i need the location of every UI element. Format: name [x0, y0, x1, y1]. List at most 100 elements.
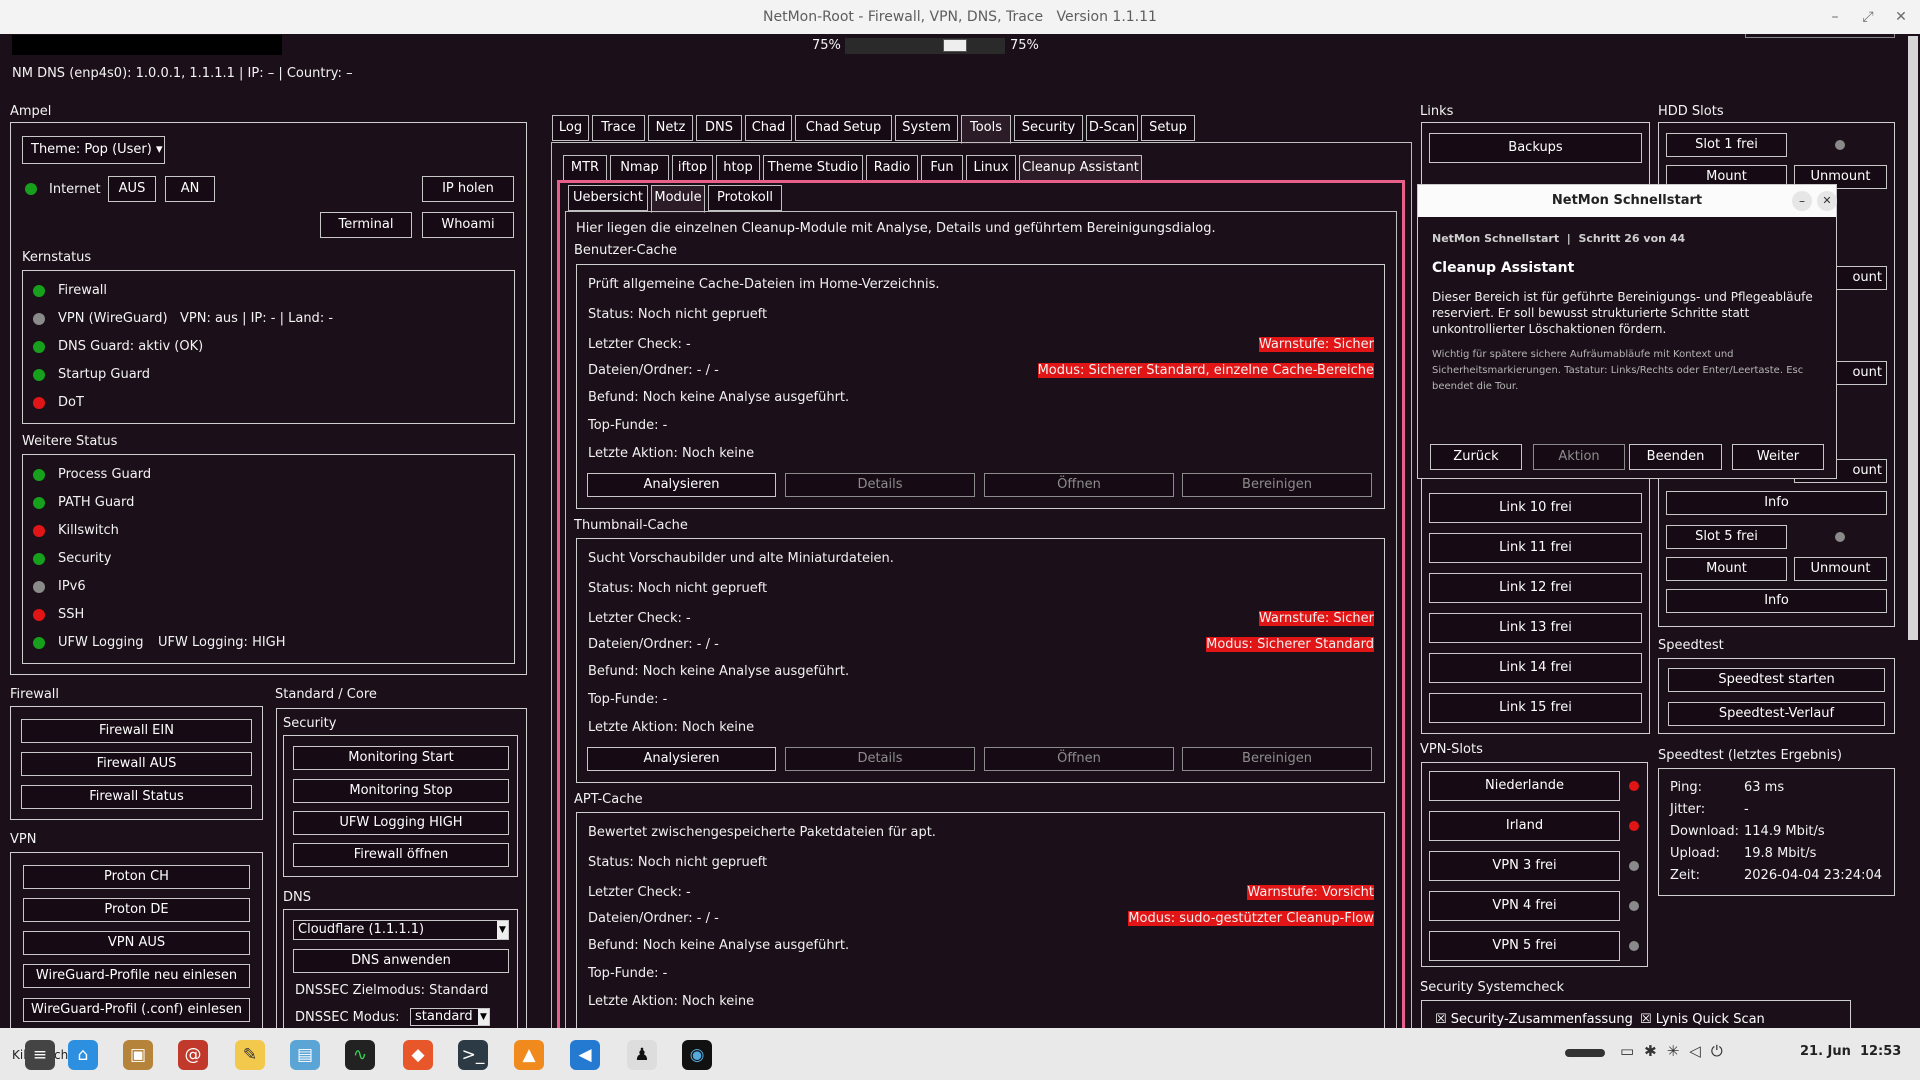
tray-icons[interactable]: ▭✱✳◁⏻: [1620, 1042, 1733, 1060]
details-button[interactable]: Details: [785, 747, 975, 771]
firewall-aus-button[interactable]: Firewall AUS: [21, 752, 252, 776]
dns-provider-select[interactable]: Cloudflare (1.1.1.1): [293, 920, 509, 940]
link-13-button[interactable]: Link 13 frei: [1429, 613, 1642, 643]
tab-nmap[interactable]: Nmap: [610, 155, 669, 181]
vscode-icon[interactable]: ◀: [570, 1040, 600, 1070]
system-monitor-icon[interactable]: ∿: [345, 1040, 375, 1070]
check-lynis-quick-scan[interactable]: ☒ Lynis Quick Scan: [1640, 1012, 1765, 1027]
maximize-icon[interactable]: ⤢: [1858, 7, 1878, 27]
firewall-oeffnen-button[interactable]: Firewall öffnen: [293, 843, 509, 867]
oeffnen-button[interactable]: Öffnen: [984, 747, 1174, 771]
link-10-button[interactable]: Link 10 frei: [1429, 493, 1642, 523]
hdd-slot-5[interactable]: Slot 5 frei: [1666, 525, 1787, 549]
tab-cleanup-assistant[interactable]: Cleanup Assistant: [1019, 155, 1142, 183]
bereinigen-button[interactable]: Bereinigen: [1182, 473, 1372, 497]
minimize-icon[interactable]: –: [1792, 191, 1812, 211]
tab-module[interactable]: Module: [651, 185, 705, 213]
taskbar-datetime[interactable]: 21. Jun 12:53: [1800, 1044, 1901, 1059]
tab-system[interactable]: System: [895, 115, 958, 141]
tab-d-scan[interactable]: D-Scan: [1086, 115, 1138, 141]
link-12-button[interactable]: Link 12 frei: [1429, 573, 1642, 603]
tab-htop[interactable]: htop: [716, 155, 760, 181]
proton-de-button[interactable]: Proton DE: [23, 898, 250, 922]
firewall-ein-button[interactable]: Firewall EIN: [21, 719, 252, 743]
tab-mtr[interactable]: MTR: [563, 155, 607, 181]
tab-trace[interactable]: Trace: [592, 115, 645, 141]
zoom-slider-handle[interactable]: [943, 39, 967, 52]
analysieren-button[interactable]: Analysieren: [587, 473, 776, 497]
monitoring-start-button[interactable]: Monitoring Start: [293, 746, 509, 770]
wireguard-reload-button[interactable]: WireGuard-Profile neu einlesen: [23, 964, 250, 988]
whoami-button[interactable]: Whoami: [422, 212, 514, 238]
hdd-info-button[interactable]: Info: [1666, 491, 1887, 515]
tab-uebersicht[interactable]: Uebersicht: [568, 185, 648, 211]
vpn-slot-3[interactable]: VPN 3 frei: [1429, 851, 1620, 881]
check-security-summary[interactable]: ☒ Security-Zusammenfassung: [1435, 1012, 1633, 1027]
debian-icon[interactable]: @: [178, 1040, 208, 1070]
hdd-info-button[interactable]: Info: [1666, 589, 1887, 613]
ufw-logging-high-button[interactable]: UFW Logging HIGH: [293, 811, 509, 835]
tab-chad[interactable]: Chad: [745, 115, 792, 141]
tab-netz[interactable]: Netz: [648, 115, 693, 141]
vpn-aus-button[interactable]: VPN AUS: [23, 931, 250, 955]
link-14-button[interactable]: Link 14 frei: [1429, 653, 1642, 683]
app-launcher-icon[interactable]: ≡: [25, 1040, 55, 1070]
tab-linux[interactable]: Linux: [966, 155, 1016, 181]
tab-tools[interactable]: Tools: [961, 115, 1011, 144]
wireguard-import-button[interactable]: WireGuard-Profil (.conf) einlesen: [23, 998, 250, 1022]
tab-chad-setup[interactable]: Chad Setup: [795, 115, 892, 141]
oeffnen-button[interactable]: Öffnen: [984, 473, 1174, 497]
terminal-button[interactable]: Terminal: [320, 212, 412, 238]
details-button[interactable]: Details: [785, 473, 975, 497]
monitoring-stop-button[interactable]: Monitoring Stop: [293, 779, 509, 803]
link-15-button[interactable]: Link 15 frei: [1429, 693, 1642, 723]
vpn-slot-5[interactable]: VPN 5 frei: [1429, 931, 1620, 961]
analysieren-button[interactable]: Analysieren: [587, 747, 776, 771]
netmon-icon[interactable]: ◉: [682, 1040, 712, 1070]
tab-fun[interactable]: Fun: [921, 155, 963, 181]
close-icon[interactable]: ✕: [1891, 7, 1911, 27]
vpn-slot-irland[interactable]: Irland: [1429, 811, 1620, 841]
tab-radio[interactable]: Radio: [866, 155, 918, 181]
close-icon[interactable]: ✕: [1817, 191, 1837, 211]
tab-dns[interactable]: DNS: [696, 115, 742, 141]
hdd-slot-1[interactable]: Slot 1 frei: [1666, 133, 1787, 157]
window-scrollbar[interactable]: [1908, 36, 1918, 640]
vpn-slot-4[interactable]: VPN 4 frei: [1429, 891, 1620, 921]
backups-button[interactable]: Backups: [1429, 133, 1642, 163]
briefcase-icon[interactable]: ▣: [123, 1040, 153, 1070]
tab-security[interactable]: Security: [1014, 115, 1083, 141]
hdd-mount-button[interactable]: Mount: [1666, 557, 1787, 581]
tab-log[interactable]: Log: [552, 115, 589, 141]
firewall-status-button[interactable]: Firewall Status: [21, 785, 252, 809]
top-right-input[interactable]: [1745, 34, 1895, 38]
tour-end-button[interactable]: Beenden: [1629, 444, 1722, 470]
chevron-down-icon[interactable]: ▼: [497, 921, 508, 939]
hdd-unmount-button[interactable]: Unmount: [1794, 557, 1887, 581]
internet-an-button[interactable]: AN: [165, 176, 215, 202]
brave-icon[interactable]: ◆: [403, 1040, 433, 1070]
proton-ch-button[interactable]: Proton CH: [23, 865, 250, 889]
internet-aus-button[interactable]: AUS: [108, 176, 156, 202]
link-11-button[interactable]: Link 11 frei: [1429, 533, 1642, 563]
zoom-slider[interactable]: [845, 38, 1005, 54]
chevron-down-icon[interactable]: ▼: [478, 1009, 489, 1025]
minimize-icon[interactable]: –: [1825, 7, 1845, 27]
speedtest-history-button[interactable]: Speedtest-Verlauf: [1668, 702, 1885, 726]
bereinigen-button[interactable]: Bereinigen: [1182, 747, 1372, 771]
speedtest-start-button[interactable]: Speedtest starten: [1668, 668, 1885, 692]
terminal-icon[interactable]: >_: [458, 1040, 488, 1070]
tab-theme-studio[interactable]: Theme Studio: [763, 155, 863, 181]
tab-protokoll[interactable]: Protokoll: [708, 185, 782, 211]
ip-holen-button[interactable]: IP holen: [422, 176, 514, 202]
store-icon[interactable]: ⌂: [68, 1040, 98, 1070]
tab-iftop[interactable]: iftop: [672, 155, 713, 181]
tour-next-button[interactable]: Weiter: [1732, 444, 1824, 470]
files-icon[interactable]: ▤: [290, 1040, 320, 1070]
tour-back-button[interactable]: Zurück: [1430, 444, 1522, 470]
vpn-slot-niederlande[interactable]: Niederlande: [1429, 771, 1620, 801]
tab-setup[interactable]: Setup: [1141, 115, 1195, 141]
penguin-icon[interactable]: ♟: [627, 1040, 657, 1070]
vlc-icon[interactable]: ▲: [514, 1040, 544, 1070]
dns-apply-button[interactable]: DNS anwenden: [293, 949, 509, 973]
